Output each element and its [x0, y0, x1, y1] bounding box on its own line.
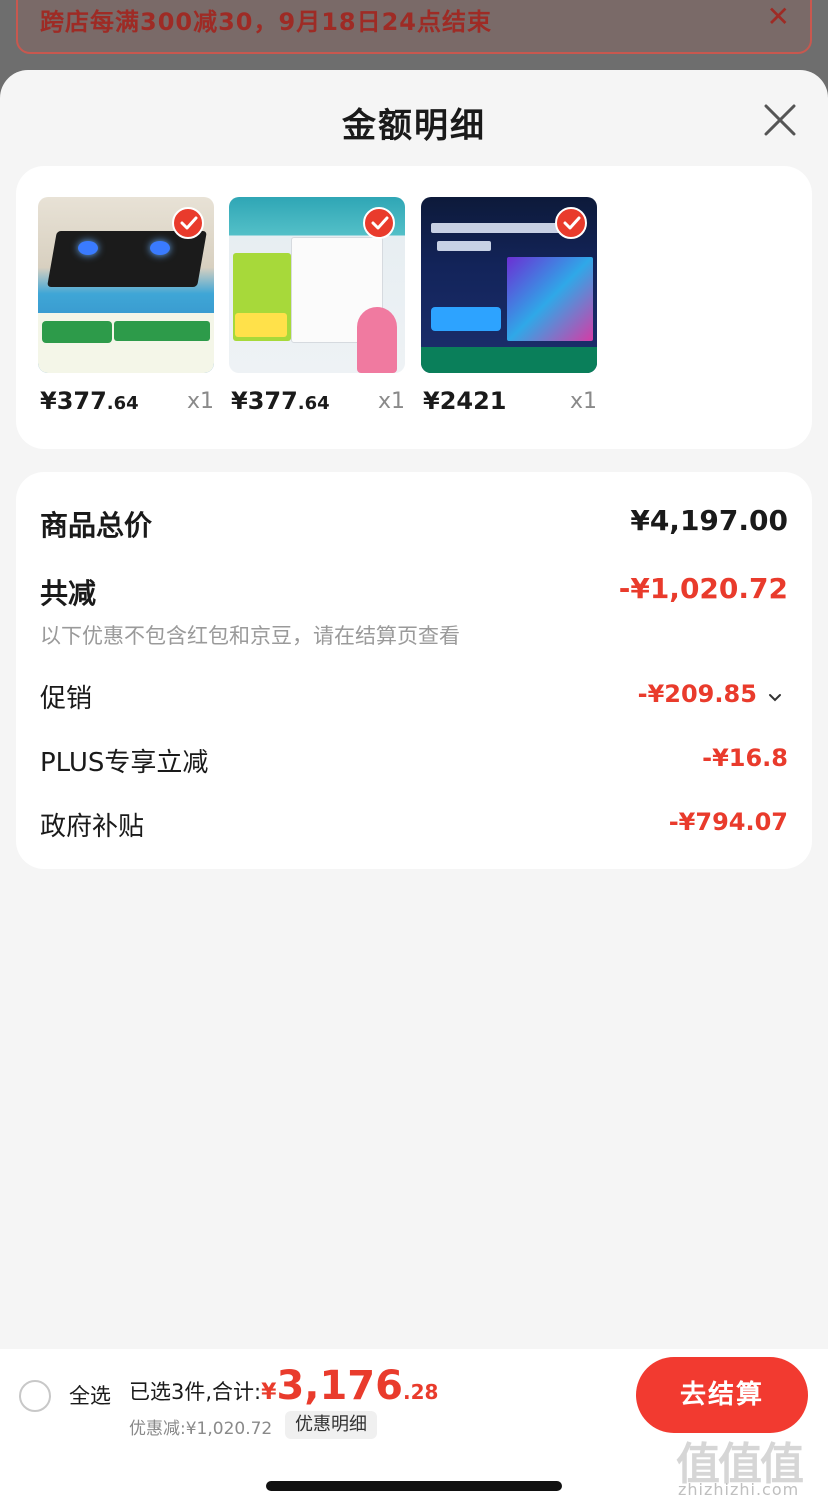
selected-summary: 已选3件,合计:¥3,176.28 — [129, 1363, 438, 1409]
products-card: ¥377.64 x1 ¥377.64 x1 ¥2421 x1 — [16, 166, 812, 449]
checkout-button[interactable]: 去结算 — [636, 1357, 808, 1433]
discount-amount-text: 优惠减:¥1,020.72 — [129, 1419, 273, 1439]
background-close-icon: ✕ — [766, 0, 790, 33]
promotion-value: -¥209.85 — [637, 680, 757, 708]
background-promo-text: 跨店每满300减30，9月18日24点结束 — [40, 8, 492, 36]
price-summary-card: 商品总价 ¥4,197.00 共减 -¥1,020.72 以下优惠不包含红包和京… — [16, 472, 812, 869]
total-reduction-value: -¥1,020.72 — [618, 572, 788, 605]
product-price: ¥377.64 — [40, 387, 139, 415]
amount-detail-sheet: 金额明细 ¥377.64 x1 ¥377.64 x1 ¥2421 x1 商品总价… — [0, 70, 828, 1507]
product-quantity: x1 — [377, 389, 405, 414]
total-currency: ¥ — [261, 1380, 277, 1405]
reduction-note: 以下优惠不包含红包和京豆，请在结算页查看 — [40, 624, 460, 648]
watermark-url: zhizhizhi.com — [678, 1480, 800, 1499]
product-image-mini-fridge[interactable] — [229, 197, 405, 373]
total-price-label: 商品总价 — [40, 509, 153, 542]
watermark: 值值值 zhizhizhi.com — [676, 1428, 822, 1504]
selected-check-icon[interactable] — [555, 207, 587, 239]
product-image-gas-stove[interactable] — [38, 197, 214, 373]
total-amount-integer: 3,176 — [276, 1363, 403, 1409]
select-all-radio[interactable] — [19, 1380, 51, 1412]
government-subsidy-value: -¥794.07 — [668, 808, 788, 836]
product-quantity: x1 — [186, 389, 214, 414]
selected-check-icon[interactable] — [172, 207, 204, 239]
product-item-1[interactable]: ¥377.64 x1 — [38, 197, 214, 415]
home-indicator[interactable] — [266, 1481, 562, 1491]
product-price: ¥2421 — [423, 387, 507, 415]
select-all-label[interactable]: 全选 — [69, 1380, 111, 1410]
total-price-value: ¥4,197.00 — [630, 504, 788, 537]
product-image-mini-led-tv[interactable] — [421, 197, 597, 373]
product-item-2[interactable]: ¥377.64 x1 — [229, 197, 405, 415]
product-item-3[interactable]: ¥2421 x1 — [421, 197, 597, 415]
chevron-down-icon — [769, 693, 781, 701]
discount-detail-button[interactable]: 优惠明细 — [285, 1411, 377, 1439]
product-quantity: x1 — [569, 389, 597, 414]
total-reduction-label: 共减 — [40, 577, 97, 610]
government-subsidy-label: 政府补贴 — [40, 812, 145, 842]
product-price: ¥377.64 — [231, 387, 330, 415]
sheet-title: 金额明细 — [342, 106, 486, 146]
background-promo-banner: 跨店每满300减30，9月18日24点结束 ✕ — [16, 0, 812, 54]
total-amount-decimal: .28 — [402, 1380, 439, 1404]
plus-discount-label: PLUS专享立减 — [40, 748, 209, 778]
close-icon[interactable] — [762, 102, 798, 138]
promotion-row-toggle[interactable]: -¥209.85 — [638, 680, 782, 708]
plus-discount-value: -¥16.8 — [702, 744, 788, 772]
selected-count-text: 已选3件,合计: — [129, 1380, 262, 1404]
promotion-label: 促销 — [40, 684, 93, 714]
selected-check-icon[interactable] — [363, 207, 395, 239]
